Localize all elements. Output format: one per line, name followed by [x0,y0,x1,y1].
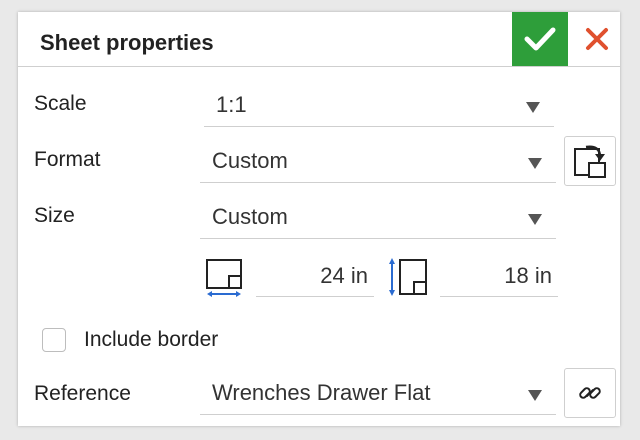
chevron-down-icon [528,390,542,401]
size-value: Custom [212,204,288,229]
reference-label: Reference [34,382,131,405]
sheet-width-value: 24 in [320,263,368,288]
scale-select[interactable]: 1:1 [204,86,554,127]
chevron-down-icon [526,102,540,113]
dialog-title: Sheet properties [40,30,214,55]
sheet-height-value: 18 in [504,263,552,288]
sheet-width-input[interactable]: 24 in [256,256,374,297]
reference-link-button[interactable] [564,368,616,418]
checkmark-icon [524,27,556,51]
include-border-label: Include border [84,328,219,351]
apply-format-button[interactable] [564,136,616,186]
format-value: Custom [212,148,288,173]
size-label: Size [34,204,75,227]
scale-value: 1:1 [216,92,247,117]
sheet-height-icon [389,258,427,296]
sheet-height-input[interactable]: 18 in [440,256,558,297]
accept-button[interactable] [512,12,568,66]
size-select[interactable]: Custom [200,198,556,239]
format-label: Format [34,148,101,171]
format-select[interactable]: Custom [200,142,556,183]
reference-value: Wrenches Drawer Flat [212,380,431,405]
sheet-width-icon [206,259,242,297]
close-icon [586,28,608,50]
include-border-checkbox[interactable] [42,328,66,352]
sheet-properties-dialog: Sheet properties Scale 1:1 Format Custom [18,12,620,426]
chevron-down-icon [528,158,542,169]
close-button[interactable] [574,12,620,66]
reference-select[interactable]: Wrenches Drawer Flat [200,374,556,415]
apply-format-icon [574,145,606,178]
scale-label: Scale [34,92,87,115]
link-icon [579,387,601,399]
dialog-header: Sheet properties [18,12,620,67]
chevron-down-icon [528,214,542,225]
